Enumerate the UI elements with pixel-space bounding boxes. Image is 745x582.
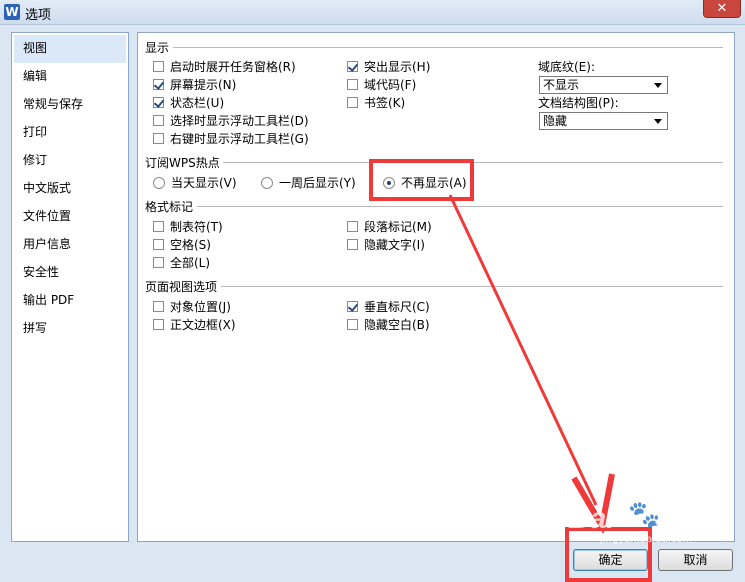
watermark-brand: Bai — [568, 502, 615, 535]
watermark-url: jingyan.baidu.com — [600, 534, 693, 545]
annotation-arrow — [448, 194, 615, 535]
options-dialog: W 选项 ✕ 视图 编辑 常规与保存 打印 修订 中文版式 文件位置 用户信息 … — [0, 0, 745, 582]
arrow-shaft — [448, 194, 598, 506]
